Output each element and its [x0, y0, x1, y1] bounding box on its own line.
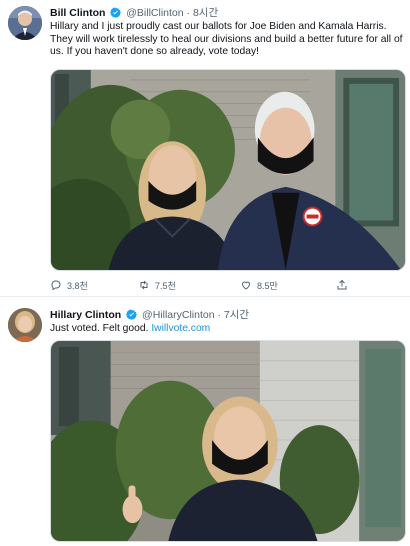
- timestamp[interactable]: 8시간: [193, 7, 218, 19]
- like-button[interactable]: 8.5만: [240, 278, 278, 292]
- avatar[interactable]: [8, 308, 42, 342]
- tweet-photo[interactable]: [50, 340, 406, 542]
- avatar[interactable]: [8, 6, 42, 40]
- tweet-link[interactable]: Iwillvote.com: [151, 323, 210, 334]
- tweet-divider: [0, 296, 410, 297]
- heart-icon: [241, 281, 251, 290]
- share-button[interactable]: [336, 278, 348, 292]
- retweet-button[interactable]: 7.5천: [138, 278, 176, 292]
- reply-icon: [51, 280, 61, 291]
- tweet-header: Hillary Clinton @HillaryClinton · 7시간: [50, 309, 249, 322]
- retweet-count: 7.5천: [155, 280, 176, 291]
- separator-dot: ·: [186, 7, 191, 19]
- tweet-hillary-clinton[interactable]: Hillary Clinton @HillaryClinton · 7시간 Ju…: [0, 298, 410, 546]
- author-name[interactable]: Hillary Clinton: [50, 309, 121, 321]
- tweet-text: Just voted. Felt good. Iwillvote.com: [50, 323, 406, 336]
- retweet-icon: [140, 280, 148, 290]
- author-handle[interactable]: @BillClinton: [126, 7, 183, 19]
- tweet-text: Hillary and I just proudly cast our ball…: [50, 21, 403, 58]
- tweet-photo[interactable]: [50, 69, 406, 271]
- timestamp[interactable]: 7시간: [224, 309, 249, 321]
- verified-badge-icon: [126, 309, 138, 320]
- separator-dot: ·: [217, 309, 221, 321]
- tweet-body: Just voted. Felt good.: [50, 323, 152, 334]
- author-handle[interactable]: @HillaryClinton: [142, 309, 215, 321]
- like-count: 8.5만: [257, 280, 278, 291]
- author-name[interactable]: Bill Clinton: [50, 7, 105, 19]
- reply-button[interactable]: 3.8천: [50, 278, 88, 292]
- verified-badge-icon: [110, 7, 122, 18]
- tweet-actions: 3.8천 7.5천 8.5만: [50, 278, 350, 292]
- share-icon: [337, 279, 347, 290]
- reply-count: 3.8천: [67, 280, 88, 291]
- tweet-header: Bill Clinton @BillClinton · 8시간: [50, 7, 218, 20]
- tweet-bill-clinton[interactable]: Bill Clinton @BillClinton · 8시간 Hillary …: [0, 0, 410, 297]
